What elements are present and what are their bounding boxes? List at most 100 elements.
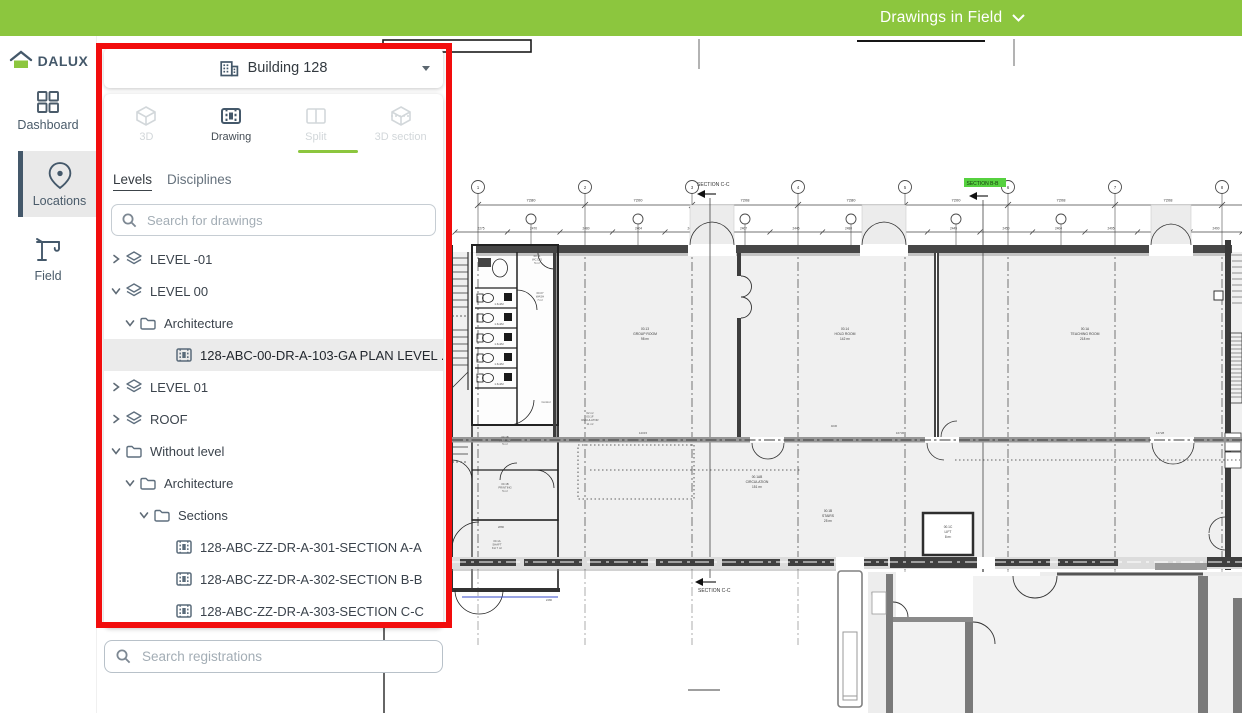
svg-text:5 m²: 5 m² bbox=[534, 261, 540, 265]
svg-text:218 m²: 218 m² bbox=[1080, 337, 1090, 341]
svg-text:00.13: 00.13 bbox=[641, 327, 649, 331]
svg-text:2470: 2470 bbox=[530, 227, 537, 231]
tab-label: 3D bbox=[139, 131, 153, 143]
tree-item-label: Architecture bbox=[164, 316, 233, 331]
tree-item-label: LEVEL 00 bbox=[150, 284, 208, 299]
filter-tabs: Levels Disciplines bbox=[104, 152, 443, 191]
svg-text:TEACHING ROOM: TEACHING ROOM bbox=[1070, 332, 1099, 336]
chevron-right-icon bbox=[108, 414, 124, 424]
caret-down-icon bbox=[422, 66, 430, 71]
svg-text:SECTION C-C: SECTION C-C bbox=[697, 182, 730, 188]
svg-text:1.6x2M: 1.6x2M bbox=[494, 342, 504, 346]
building-icon bbox=[220, 60, 239, 77]
tree-item-sections[interactable]: Sections bbox=[104, 499, 443, 531]
level-icon bbox=[124, 378, 144, 396]
folder-icon bbox=[138, 476, 158, 491]
svg-text:2880: 2880 bbox=[498, 525, 505, 529]
svg-text:7280: 7280 bbox=[847, 198, 857, 203]
search-registrations-input[interactable] bbox=[140, 648, 432, 665]
svg-text:HOLD ROOM: HOLD ROOM bbox=[835, 332, 856, 336]
svg-text:STAIRS: STAIRS bbox=[822, 514, 835, 518]
svg-text:2495: 2495 bbox=[1107, 227, 1114, 231]
svg-text:7208: 7208 bbox=[1057, 198, 1067, 203]
cube-icon bbox=[134, 104, 158, 128]
tree-item-level-00[interactable]: LEVEL 00 bbox=[104, 275, 443, 307]
tree-item-label: LEVEL -01 bbox=[150, 252, 212, 267]
dalux-logo[interactable]: DALUX bbox=[0, 50, 96, 72]
sidebar-item-field[interactable]: Field bbox=[0, 225, 96, 292]
tab-levels[interactable]: Levels bbox=[113, 172, 152, 191]
tree-item-label: Without level bbox=[150, 444, 224, 459]
building-selector[interactable]: Building 128 bbox=[104, 48, 443, 88]
tree-item-128-abc-zz-dr-a-302-section-b-b[interactable]: 128-ABC-ZZ-DR-A-302-SECTION B-B bbox=[104, 563, 443, 595]
svg-text:25 m²: 25 m² bbox=[824, 519, 832, 523]
building-selector-label: Building 128 bbox=[248, 60, 328, 76]
svg-text:2275: 2275 bbox=[477, 227, 484, 231]
split-view-icon bbox=[304, 104, 328, 128]
drawing-file-icon bbox=[174, 571, 194, 587]
tab-label: Split bbox=[305, 131, 326, 143]
svg-text:4036: 4036 bbox=[831, 424, 838, 428]
search-icon bbox=[121, 212, 138, 229]
tab-disciplines[interactable]: Disciplines bbox=[167, 172, 232, 191]
svg-text:7 m²: 7 m² bbox=[537, 298, 543, 302]
svg-text:KH 7 m²: KH 7 m² bbox=[492, 546, 502, 550]
svg-text:2480: 2480 bbox=[546, 598, 553, 602]
svg-text:1.6x2M: 1.6x2M bbox=[494, 302, 504, 306]
svg-text:2490: 2490 bbox=[1212, 227, 1219, 231]
svg-text:2480: 2480 bbox=[582, 227, 589, 231]
building-interior bbox=[452, 205, 1242, 565]
svg-text:LIFT: LIFT bbox=[945, 530, 952, 534]
svg-text:1.6x2M: 1.6x2M bbox=[494, 362, 504, 366]
svg-text:2404: 2404 bbox=[635, 227, 642, 231]
tab-split[interactable]: Split bbox=[274, 94, 359, 152]
svg-text:2480: 2480 bbox=[845, 227, 852, 231]
drawing-icon bbox=[219, 104, 243, 128]
tree-item-architecture[interactable]: Architecture bbox=[104, 467, 443, 499]
search-drawings-input[interactable] bbox=[145, 212, 426, 229]
svg-text:8 m²: 8 m² bbox=[945, 535, 951, 539]
svg-text:2445: 2445 bbox=[950, 227, 957, 231]
svg-text:7200: 7200 bbox=[952, 198, 962, 203]
svg-text:2450: 2450 bbox=[1002, 227, 1009, 231]
tree-item-128-abc-zz-dr-a-301-section-a-a[interactable]: 128-ABC-ZZ-DR-A-301-SECTION A-A bbox=[104, 531, 443, 563]
svg-text:7208: 7208 bbox=[741, 198, 751, 203]
svg-text:GROUP ROOM: GROUP ROOM bbox=[633, 332, 657, 336]
search-drawings-box bbox=[111, 204, 436, 236]
tree-item-128-abc-zz-dr-a-303-section-c-c[interactable]: 128-ABC-ZZ-DR-A-303-SECTION C-C bbox=[104, 595, 443, 627]
tree-item-level-01[interactable]: LEVEL -01 bbox=[104, 243, 443, 275]
tree-item-without-level[interactable]: Without level bbox=[104, 435, 443, 467]
sidebar-item-locations[interactable]: Locations bbox=[18, 151, 96, 217]
tree-item-architecture[interactable]: Architecture bbox=[104, 307, 443, 339]
sidebar: DALUX Dashboard Locations Field bbox=[0, 36, 97, 713]
level-icon bbox=[124, 282, 144, 300]
svg-text:16736: 16736 bbox=[896, 431, 905, 435]
location-pin-icon bbox=[47, 161, 73, 190]
dalux-house-icon bbox=[8, 50, 34, 72]
drawings-tree: LEVEL -01 LEVEL 00 Architecture 128-ABC-00-… bbox=[104, 243, 443, 627]
dimension-text-minor: 2275247024802404249524072445248024792445… bbox=[477, 227, 1219, 231]
svg-text:142 m²: 142 m² bbox=[840, 337, 850, 341]
sidebar-item-label: Locations bbox=[33, 194, 87, 208]
tree-item-label: LEVEL 01 bbox=[150, 380, 208, 395]
cube-section-icon bbox=[389, 104, 413, 128]
bottom-wall bbox=[452, 557, 1242, 570]
tab-label: 3D section bbox=[375, 131, 427, 143]
tree-item-roof[interactable]: ROOF bbox=[104, 403, 443, 435]
sidebar-item-dashboard[interactable]: Dashboard bbox=[0, 80, 96, 141]
svg-text:00.14: 00.14 bbox=[841, 327, 849, 331]
drawings-in-field-dropdown[interactable]: Drawings in Field bbox=[880, 0, 1025, 36]
folder-icon bbox=[124, 444, 144, 459]
tab-3d[interactable]: 3D bbox=[104, 94, 189, 152]
tree-item-128-abc-00-dr-a-103-ga-plan-level[interactable]: 128-ABC-00-DR-A-103-GA PLAN LEVEL ... bbox=[104, 339, 443, 371]
chevron-right-icon bbox=[108, 254, 124, 264]
chevron-down-icon bbox=[1012, 14, 1025, 22]
tab-label: Drawing bbox=[211, 131, 251, 143]
svg-text:98 m²: 98 m² bbox=[641, 337, 649, 341]
tree-item-level-01[interactable]: LEVEL 01 bbox=[104, 371, 443, 403]
tab-drawing[interactable]: Drawing bbox=[189, 94, 274, 152]
tab-3d-section[interactable]: 3D section bbox=[358, 94, 443, 152]
svg-text:00.1C: 00.1C bbox=[944, 525, 953, 529]
search-registrations-box bbox=[104, 640, 443, 673]
tree-item-label: Architecture bbox=[164, 476, 233, 491]
